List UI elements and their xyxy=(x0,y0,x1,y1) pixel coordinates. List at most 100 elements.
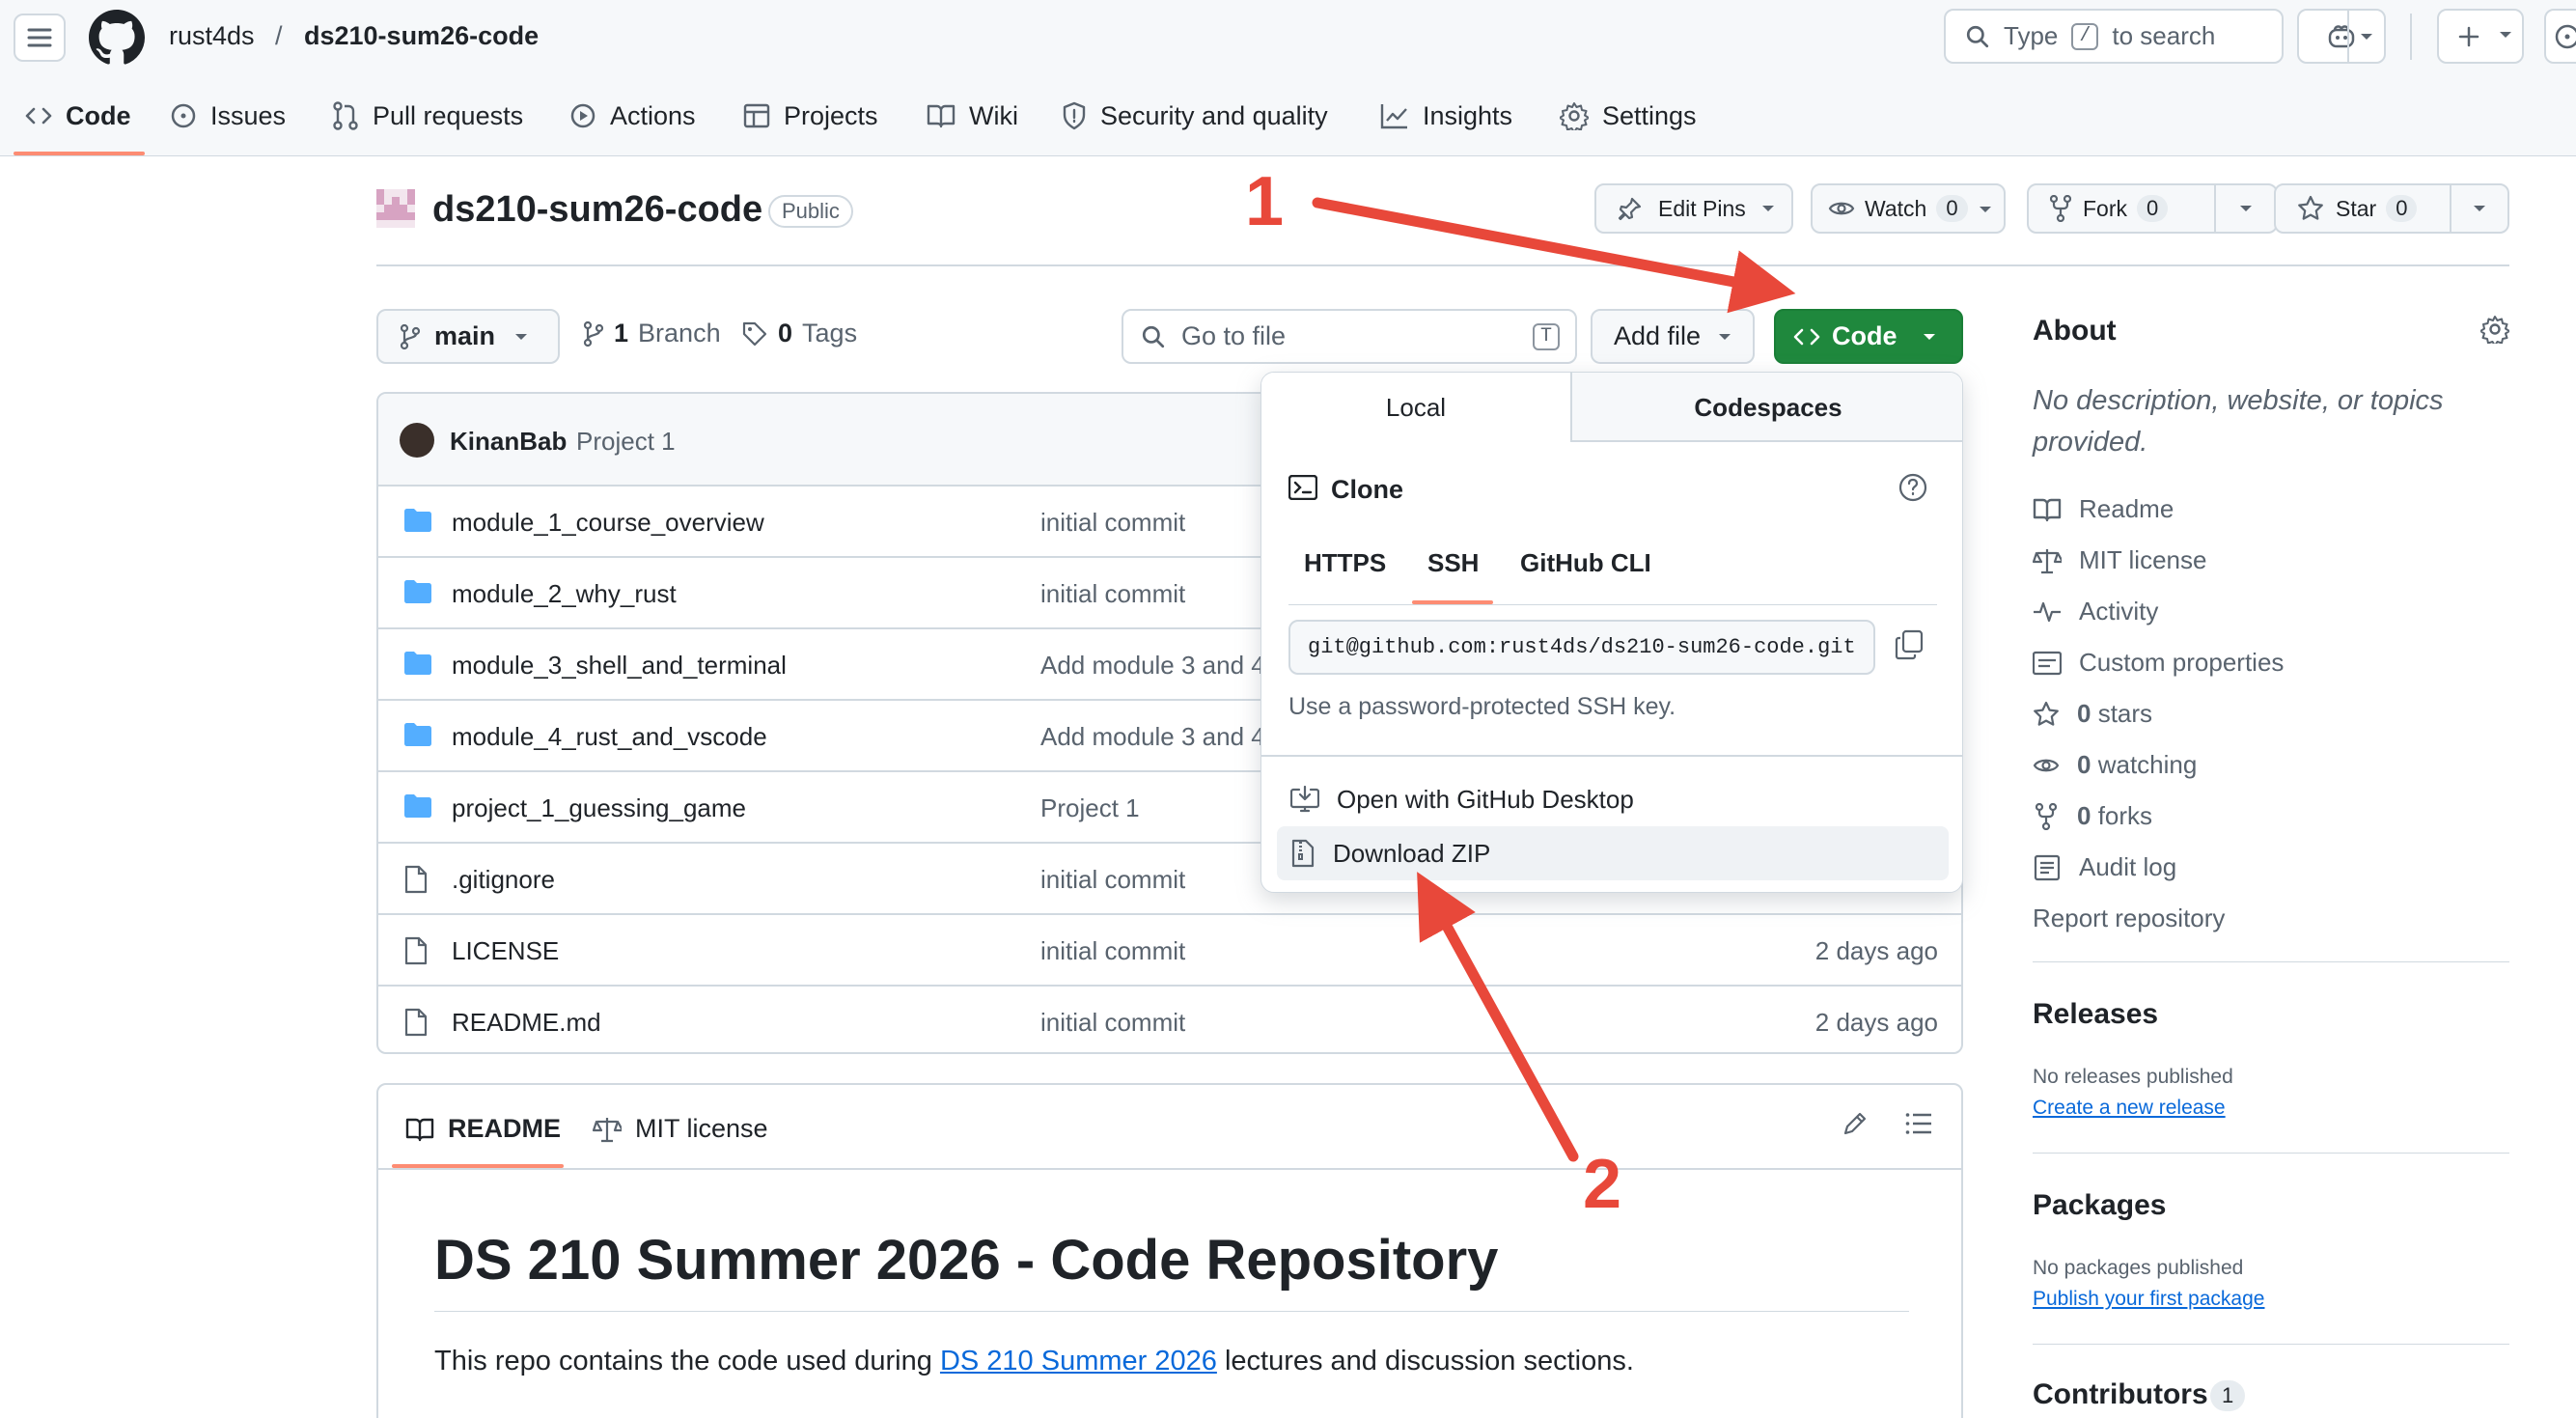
tab-label: Pull requests xyxy=(373,100,524,130)
desktop-download-icon xyxy=(1290,786,1319,813)
tab-local[interactable]: Local xyxy=(1261,373,1572,442)
tab-pull-requests[interactable]: Pull requests xyxy=(332,89,523,143)
github-logo-icon[interactable] xyxy=(89,10,145,66)
watch-label: Watch xyxy=(1865,195,1927,221)
chevron-down-icon xyxy=(514,332,528,342)
avatar[interactable] xyxy=(400,423,434,458)
sidebar-item-custom-properties[interactable]: Custom properties xyxy=(2033,648,2284,678)
file-commit-message[interactable]: initial commit xyxy=(1040,508,1185,538)
fork-button[interactable]: Fork 0 xyxy=(2027,183,2278,234)
file-commit-message[interactable]: Add module 3 and 4 xyxy=(1040,651,1265,681)
commit-author[interactable]: KinanBab xyxy=(450,427,567,457)
issue-icon xyxy=(2554,23,2576,50)
go-to-file-placeholder: Go to file xyxy=(1181,321,1287,350)
course-link[interactable]: DS 210 Summer 2026 xyxy=(940,1346,1217,1376)
clone-url-input[interactable]: git@github.com:rust4ds/ds210-sum26-code.… xyxy=(1288,620,1875,675)
issue-icon xyxy=(170,102,197,129)
protocol-https[interactable]: HTTPS xyxy=(1304,548,1386,578)
sidebar-item-stars[interactable]: 0 stars xyxy=(2033,699,2152,729)
search-icon xyxy=(1965,24,1990,49)
protocol-cli[interactable]: GitHub CLI xyxy=(1520,548,1651,578)
contributors-title[interactable]: Contributors xyxy=(2033,1378,2208,1411)
tab-insights[interactable]: Insights xyxy=(1380,89,1512,143)
branches-link[interactable]: 1 Branch xyxy=(583,319,721,348)
file-name[interactable]: README.md xyxy=(452,1008,601,1038)
tag-icon xyxy=(741,320,768,348)
pencil-icon[interactable] xyxy=(1842,1110,1869,1137)
repo-title[interactable]: ds210-sum26-code xyxy=(432,189,762,231)
menu-button[interactable] xyxy=(14,14,66,62)
stars-count: 0 xyxy=(2077,699,2091,728)
tab-settings[interactable]: Settings xyxy=(1560,89,1697,143)
sidebar-item-license[interactable]: MIT license xyxy=(2033,545,2206,575)
commit-message[interactable]: Project 1 xyxy=(576,427,676,457)
outline-list-icon[interactable] xyxy=(1905,1112,1932,1135)
repo-breadcrumb[interactable]: ds210-sum26-code xyxy=(304,21,539,51)
tab-security[interactable]: Security and quality xyxy=(1062,89,1328,143)
file-name[interactable]: module_4_rust_and_vscode xyxy=(452,722,767,752)
open-desktop-item[interactable]: Open with GitHub Desktop xyxy=(1277,772,1949,826)
branch-selector[interactable]: main xyxy=(376,309,560,364)
download-zip-item[interactable]: Download ZIP xyxy=(1277,826,1949,880)
protocol-ssh[interactable]: SSH xyxy=(1427,548,1479,578)
gear-icon[interactable] xyxy=(2480,315,2509,344)
tab-code[interactable]: Code xyxy=(25,89,131,143)
create-new-button[interactable] xyxy=(2437,9,2524,64)
table-icon xyxy=(743,102,770,129)
file-name[interactable]: module_1_course_overview xyxy=(452,508,764,538)
breadcrumb-separator: / xyxy=(275,21,283,50)
watching-count: 0 xyxy=(2077,750,2091,779)
file-commit-message[interactable]: Add module 3 and 4 xyxy=(1040,722,1265,752)
tab-issues[interactable]: Issues xyxy=(170,89,286,143)
file-commit-message[interactable]: initial commit xyxy=(1040,579,1185,609)
tab-wiki[interactable]: Wiki xyxy=(927,89,1018,143)
tab-readme[interactable]: README xyxy=(405,1114,561,1144)
tab-projects[interactable]: Projects xyxy=(743,89,878,143)
add-file-button[interactable]: Add file xyxy=(1591,309,1755,364)
tab-label: Wiki xyxy=(969,100,1018,130)
table-row[interactable]: LICENSE initial commit 2 days ago xyxy=(378,915,1961,987)
tab-codespaces[interactable]: Codespaces xyxy=(1572,373,1962,442)
issues-button[interactable] xyxy=(2544,9,2576,64)
table-row[interactable]: README.md initial commit 2 days ago xyxy=(378,987,1961,1052)
sidebar-item-audit-log[interactable]: Audit log xyxy=(2033,852,2176,882)
tags-link[interactable]: 0 Tags xyxy=(741,319,857,348)
sidebar-item-activity[interactable]: Activity xyxy=(2033,597,2158,626)
watch-button[interactable]: Watch 0 xyxy=(1811,183,2006,234)
report-repository-link[interactable]: Report repository xyxy=(2033,904,2225,933)
sidebar-item-readme[interactable]: Readme xyxy=(2033,494,2174,524)
file-commit-message[interactable]: initial commit xyxy=(1040,1008,1185,1038)
help-icon[interactable] xyxy=(1898,473,1927,502)
star-button[interactable]: Star 0 xyxy=(2274,183,2509,234)
file-commit-message[interactable]: initial commit xyxy=(1040,865,1185,895)
create-release-link[interactable]: Create a new release xyxy=(2033,1097,2226,1120)
sidebar-item-forks[interactable]: 0 forks xyxy=(2033,801,2152,831)
releases-title[interactable]: Releases xyxy=(2033,998,2158,1031)
file-name[interactable]: .gitignore xyxy=(452,865,555,895)
file-name[interactable]: LICENSE xyxy=(452,936,559,966)
readme-divider xyxy=(378,1168,1961,1170)
chevron-down-icon[interactable] xyxy=(2214,185,2276,232)
search-shortcut: / xyxy=(2071,22,2099,50)
file-name[interactable]: module_3_shell_and_terminal xyxy=(452,651,787,681)
branch-name: main xyxy=(434,321,496,350)
pulse-icon xyxy=(2033,599,2062,625)
file-name[interactable]: module_2_why_rust xyxy=(452,579,677,609)
sidebar-item-watching[interactable]: 0 watching xyxy=(2033,750,2197,780)
file-commit-message[interactable]: initial commit xyxy=(1040,936,1185,966)
chevron-down-icon[interactable] xyxy=(2347,11,2384,62)
go-to-file-input[interactable]: Go to file T xyxy=(1122,309,1577,364)
copy-icon[interactable] xyxy=(1895,629,1924,660)
chevron-down-icon[interactable] xyxy=(2450,185,2507,232)
tab-license[interactable]: MIT license xyxy=(593,1114,768,1144)
edit-pins-button[interactable]: Edit Pins xyxy=(1594,183,1793,234)
packages-title[interactable]: Packages xyxy=(2033,1189,2166,1222)
owner-breadcrumb[interactable]: rust4ds xyxy=(169,21,255,51)
code-button[interactable]: Code xyxy=(1774,309,1963,364)
global-search[interactable]: Type / to search xyxy=(1944,9,2284,64)
tab-actions[interactable]: Actions xyxy=(569,89,696,143)
copilot-button[interactable] xyxy=(2297,9,2386,64)
file-name[interactable]: project_1_guessing_game xyxy=(452,793,746,823)
publish-package-link[interactable]: Publish your first package xyxy=(2033,1288,2264,1311)
file-commit-message[interactable]: Project 1 xyxy=(1040,793,1140,823)
